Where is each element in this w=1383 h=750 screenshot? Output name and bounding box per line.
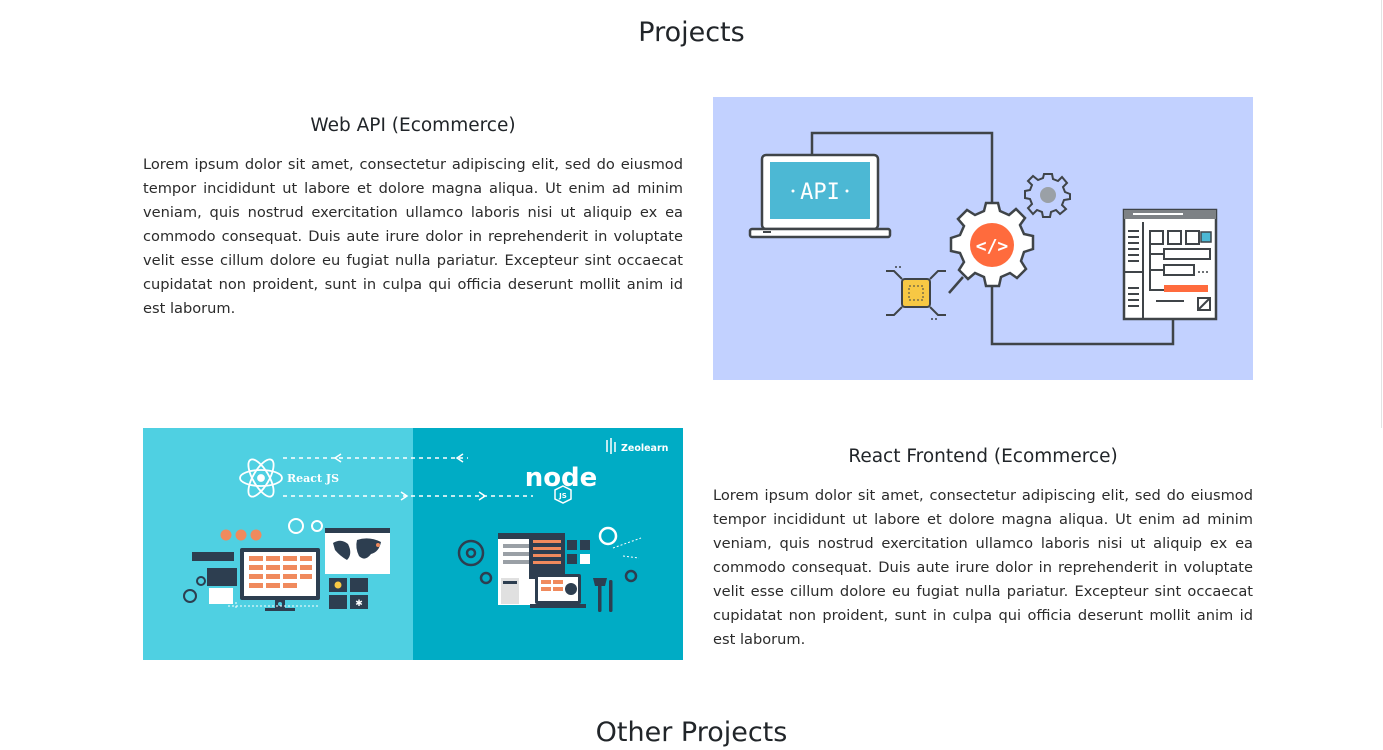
project-description: Lorem ipsum dolor sit amet, consectetur … [713, 487, 1253, 648]
small-gear-icon [1024, 173, 1071, 218]
project-title: Web API (Ecommerce) [310, 115, 516, 136]
svg-text:</>: </> [976, 236, 1009, 257]
svg-text:Zeolearn: Zeolearn [621, 443, 669, 454]
laptop-icon: API [748, 153, 892, 239]
react-node-illustration-image: React JS node JS Zeolearn ✱ [143, 428, 683, 660]
svg-text:node: node [525, 463, 598, 493]
project-description: Lorem ipsum dolor sit amet, consectetur … [143, 156, 683, 317]
project-title: React Frontend (Ecommerce) [848, 446, 1118, 467]
other-projects-heading: Other Projects [595, 717, 788, 748]
browser-window-icon [1122, 208, 1218, 321]
gear-icon: </> [949, 201, 1035, 288]
world-map-panel-icon [325, 528, 390, 574]
svg-text:React JS: React JS [287, 472, 339, 485]
svg-text:JS: JS [558, 492, 567, 500]
api-illustration-image: API </> [713, 97, 1253, 380]
svg-text:API: API [800, 180, 840, 205]
scrollbar-edge [1381, 0, 1382, 428]
svg-text:✱: ✱ [355, 599, 363, 609]
orange-buttons-icon [220, 529, 262, 541]
projects-heading: Projects [638, 17, 745, 48]
